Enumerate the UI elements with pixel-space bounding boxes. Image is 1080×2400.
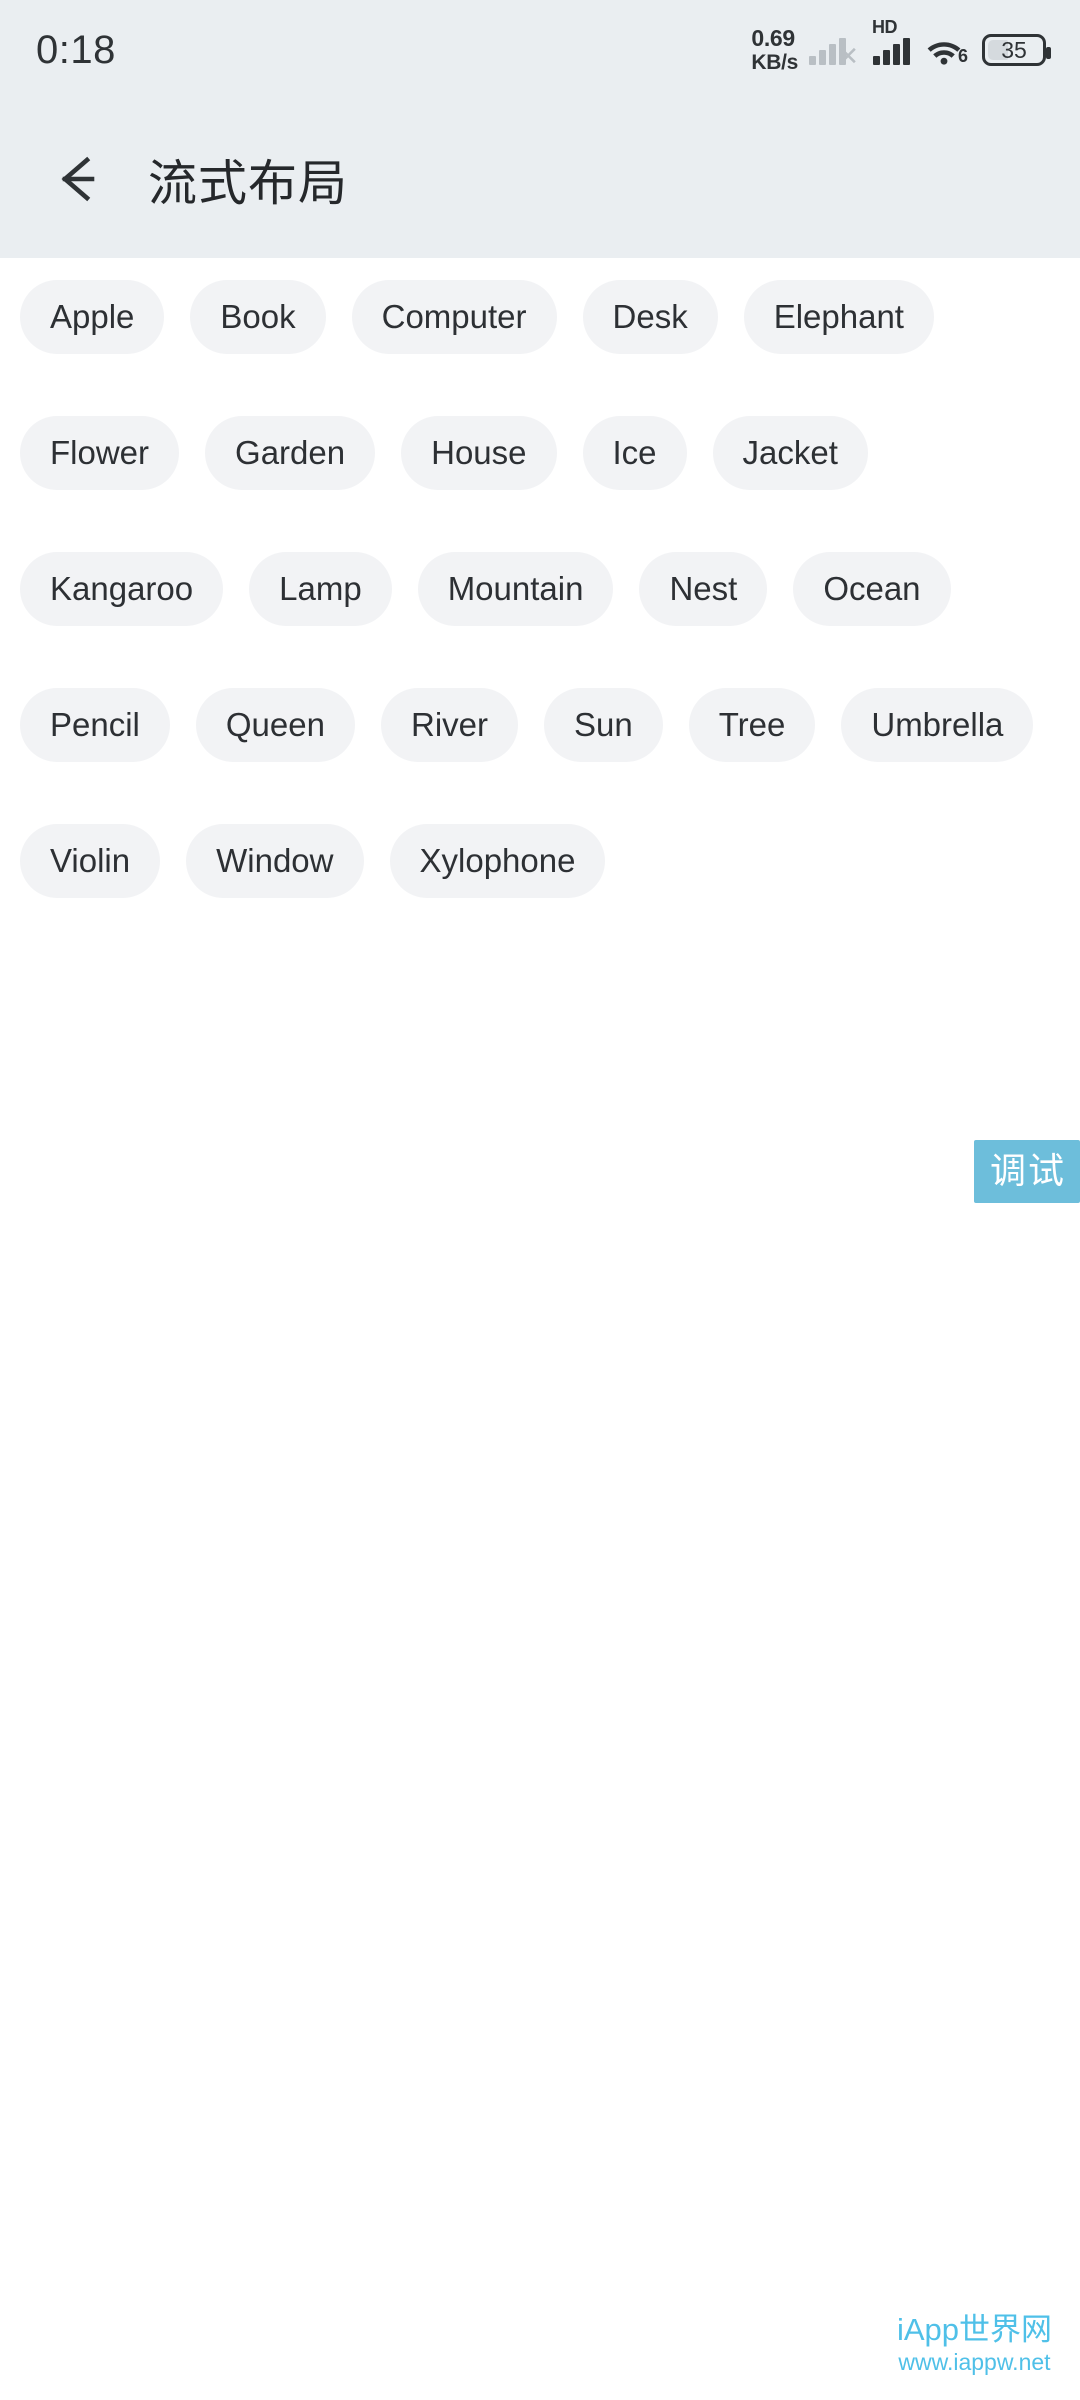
flow-chip[interactable]: Sun — [544, 688, 663, 762]
flow-chip[interactable]: River — [380, 688, 518, 762]
battery-level-label: 35 — [1001, 36, 1027, 63]
hd-voice-label: HD — [872, 17, 898, 37]
flow-chip[interactable]: House — [401, 416, 557, 490]
flow-chip[interactable]: Desk — [582, 280, 718, 354]
flow-chip[interactable]: Umbrella — [841, 688, 1034, 762]
flow-chip[interactable]: Tree — [688, 688, 816, 762]
flow-chip[interactable]: Ice — [582, 416, 687, 490]
no-sim-signal-icon: ✕ — [809, 35, 859, 69]
app-bar: 流式布局 — [0, 100, 1080, 258]
flow-chip[interactable]: Violin — [20, 824, 161, 898]
flow-layout-container: Apple Book Computer Desk Elephant Flower Garde… — [20, 280, 1060, 898]
status-bar: 0:18 0.69 KB/s ✕ HD 6 35 — [0, 0, 1080, 100]
network-speed-unit: KB/s — [751, 51, 798, 74]
watermark-site-url: www.iappw.net — [898, 2349, 1051, 2376]
back-button[interactable] — [32, 131, 128, 227]
cellular-bars-icon — [873, 35, 910, 65]
wifi-generation-label: 6 — [957, 46, 968, 66]
wifi-icon: 6 — [925, 35, 968, 66]
flow-chip[interactable]: Apple — [20, 280, 165, 354]
flow-chip[interactable]: Jacket — [712, 416, 868, 490]
battery-icon: 35 — [982, 34, 1051, 66]
flow-chip[interactable]: Computer — [351, 280, 557, 354]
flow-chip[interactable]: Garden — [205, 416, 376, 490]
flow-chip[interactable]: Queen — [195, 688, 355, 762]
flow-chip[interactable]: Elephant — [743, 280, 934, 354]
flow-chip[interactable]: Xylophone — [389, 824, 606, 898]
page-title: 流式布局 — [148, 156, 349, 211]
flow-chip[interactable]: Window — [186, 824, 364, 898]
flow-chip[interactable]: Pencil — [20, 688, 170, 762]
content-area: Apple Book Computer Desk Elephant Flower Garde… — [0, 258, 1080, 2400]
debug-badge[interactable]: 调试 — [973, 1140, 1080, 1204]
watermark: iApp世界网 www.iappw.net — [897, 2312, 1052, 2378]
flow-chip[interactable]: Ocean — [793, 552, 951, 626]
network-speed-value: 0.69 — [751, 25, 795, 51]
status-bar-clock: 0:18 — [36, 27, 116, 72]
flow-chip[interactable]: Kangaroo — [20, 552, 224, 626]
flow-chip[interactable]: Nest — [639, 552, 768, 626]
network-speed-indicator: 0.69 KB/s — [751, 25, 798, 74]
arrow-left-icon — [61, 156, 95, 202]
flow-chip[interactable]: Mountain — [417, 552, 614, 626]
cellular-signal-icon: HD — [872, 17, 910, 65]
status-bar-indicators: 0.69 KB/s ✕ HD 6 35 — [751, 17, 1051, 74]
flow-chip[interactable]: Lamp — [249, 552, 392, 626]
watermark-site-name: iApp世界网 — [896, 2312, 1052, 2348]
flow-chip[interactable]: Book — [190, 280, 326, 354]
sim-cross-icon: ✕ — [837, 41, 859, 71]
flow-chip[interactable]: Flower — [20, 416, 180, 490]
phone-screen: 0:18 0.69 KB/s ✕ HD 6 35 流式布局 Apple Book… — [0, 0, 1080, 2400]
